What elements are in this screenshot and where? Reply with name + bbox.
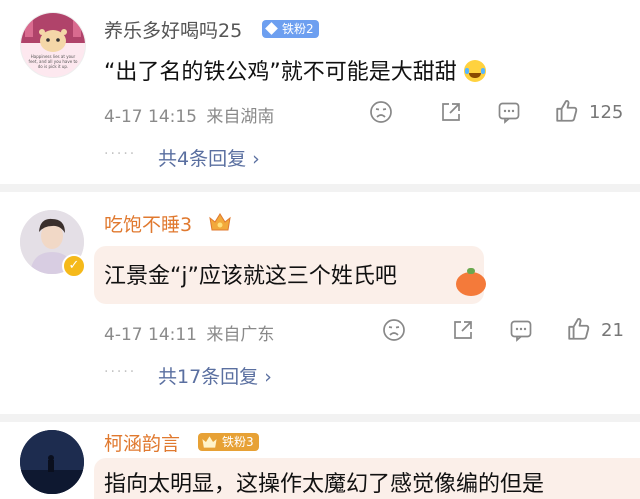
sad-face-icon[interactable] xyxy=(369,100,393,124)
diamond-icon xyxy=(265,22,278,35)
avatar[interactable] xyxy=(20,430,84,494)
sad-face-icon[interactable] xyxy=(382,318,406,342)
share-icon[interactable] xyxy=(451,318,475,342)
fan-badge-label: 铁粉3 xyxy=(222,435,254,449)
verified-badge-icon: ✓ xyxy=(62,254,86,278)
replies-dots: ····· xyxy=(104,364,137,380)
timestamp: 4-17 14:15 来自湖南 xyxy=(104,102,274,127)
comment-location: 来自湖南 xyxy=(206,107,275,127)
view-replies-link[interactable]: 共4条回复 › xyxy=(158,144,260,171)
vip-crown-icon xyxy=(209,213,231,231)
like-icon[interactable] xyxy=(566,316,592,342)
comment-2: ✓ 吃饱不睡3 江景金“j”应该就这三个姓氏吧 4-17 14:11 来自广东 … xyxy=(0,192,640,414)
username[interactable]: 养乐多好喝吗25 xyxy=(104,16,242,43)
fan-badge: 铁粉3 xyxy=(198,433,259,451)
comment-icon[interactable] xyxy=(497,100,521,124)
comment-time: 14:15 xyxy=(148,107,197,127)
night-scene-avatar-icon xyxy=(20,430,84,494)
comment-text-content: “出了名的铁公鸡”就不可能是大甜甜 xyxy=(104,60,457,85)
like-count: 125 xyxy=(589,102,624,123)
replies-dots: ····· xyxy=(104,146,137,162)
share-icon[interactable] xyxy=(439,100,463,124)
like-icon[interactable] xyxy=(554,98,580,124)
comment-text: 江景金“j”应该就这三个姓氏吧 xyxy=(104,264,397,289)
laughing-crying-emoji-icon xyxy=(463,60,486,82)
username[interactable]: 柯涵韵言 xyxy=(104,429,180,456)
timestamp: 4-17 14:11 来自广东 xyxy=(104,320,274,345)
comment-3: 柯涵韵言 铁粉3 指向太明显，这操作太魔幻了感觉像编的但是 xyxy=(0,422,640,499)
comment-icon[interactable] xyxy=(509,318,533,342)
comment-1: Happiness lies at your feet, and all you… xyxy=(0,0,640,182)
divider xyxy=(0,414,640,422)
comment-time: 14:11 xyxy=(148,325,197,345)
comment-location: 来自广东 xyxy=(206,325,275,345)
comment-text: “出了名的铁公鸡”就不可能是大甜甜 xyxy=(104,54,486,86)
view-replies-link[interactable]: 共17条回复 › xyxy=(158,362,272,389)
avatar-caption: Happiness lies at your feet, and all you… xyxy=(28,54,78,69)
fan-badge: 铁粉2 xyxy=(262,20,319,38)
comment-date: 4-17 xyxy=(104,107,143,127)
avatar[interactable]: Happiness lies at your feet, and all you… xyxy=(20,12,86,78)
comment-date: 4-17 xyxy=(104,325,143,345)
divider xyxy=(0,184,640,192)
like-count: 21 xyxy=(601,320,624,341)
persimmon-emoji-icon xyxy=(456,268,486,296)
vip-crown-icon xyxy=(202,436,217,448)
username[interactable]: 吃饱不睡3 xyxy=(104,210,192,237)
fan-badge-label: 铁粉2 xyxy=(282,22,314,36)
comment-text: 指向太明显，这操作太魔幻了感觉像编的但是 xyxy=(104,472,545,497)
